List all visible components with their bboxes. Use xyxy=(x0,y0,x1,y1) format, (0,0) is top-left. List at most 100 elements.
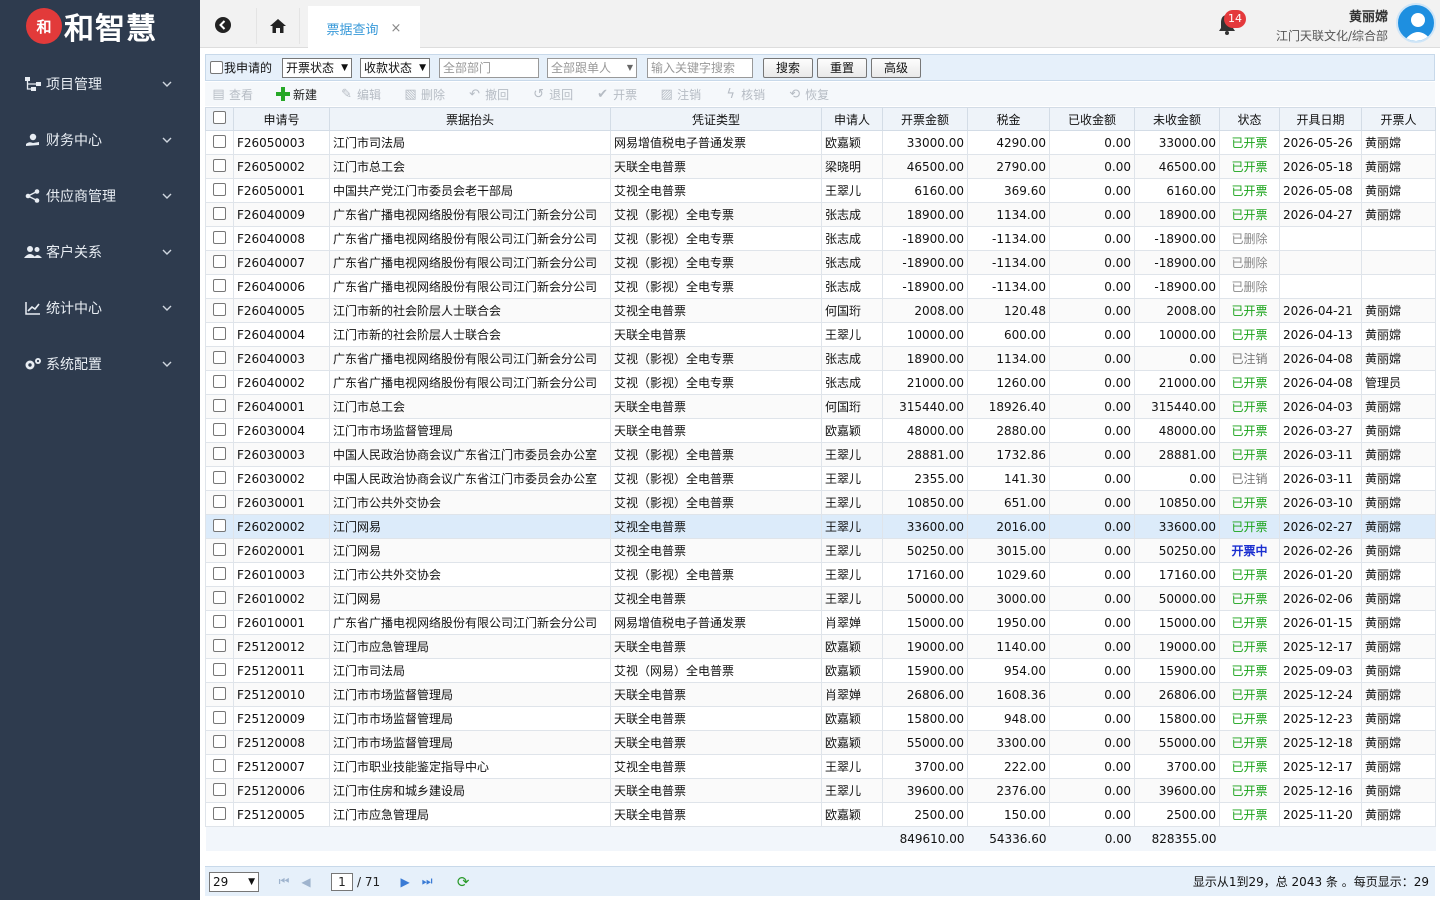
column-header[interactable]: 开票金额 xyxy=(882,107,968,131)
select-all-checkbox[interactable] xyxy=(213,111,226,124)
table-row[interactable]: F25120010 江门市市场监督管理局 天联全电普票 肖翠婵 26806.00 1608… xyxy=(205,682,1436,707)
next-page-icon[interactable]: ▶ xyxy=(397,874,413,890)
table-row[interactable]: F26010002 江门网易 艾视全电普票 王翠儿 50000.00 3000.00 0.0… xyxy=(205,586,1436,611)
select-all-header[interactable] xyxy=(205,107,234,131)
row-select-cell[interactable] xyxy=(205,322,234,347)
row-checkbox[interactable] xyxy=(213,302,226,316)
row-select-cell[interactable] xyxy=(205,610,234,635)
page-number-input[interactable]: 1 xyxy=(331,872,353,891)
row-select-cell[interactable] xyxy=(205,250,234,275)
table-row[interactable]: F25120007 江门市职业技能鉴定指导中心 艾视全电普票 王翠儿 3700.00 22… xyxy=(205,754,1436,779)
row-checkbox[interactable] xyxy=(213,158,226,172)
row-select-cell[interactable] xyxy=(205,514,234,539)
row-select-cell[interactable] xyxy=(205,346,234,371)
row-select-cell[interactable] xyxy=(205,634,234,659)
new-button[interactable]: 新建 xyxy=(275,86,317,103)
table-row[interactable]: F26030004 江门市市场监督管理局 天联全电普票 欧嘉颖 48000.00 2880… xyxy=(205,418,1436,443)
row-checkbox[interactable] xyxy=(213,566,226,580)
home-button[interactable] xyxy=(256,8,300,44)
back-button[interactable] xyxy=(210,12,236,38)
follower-select[interactable]: 全部跟单人 ▼ xyxy=(547,57,638,78)
table-row[interactable]: F26040008 广东省广播电视网络股份有限公司江门新会分公司 艾视（影视）全电专… xyxy=(205,226,1436,251)
row-checkbox[interactable] xyxy=(213,614,226,628)
department-input[interactable]: 全部部门 xyxy=(439,57,540,78)
table-row[interactable]: F25120005 江门市应急管理局 天联全电普票 欧嘉颖 2500.00 150.00 0… xyxy=(205,802,1436,827)
row-select-cell[interactable] xyxy=(205,394,234,419)
row-select-cell[interactable] xyxy=(205,754,234,779)
row-checkbox[interactable] xyxy=(213,182,226,196)
row-checkbox[interactable] xyxy=(213,350,226,364)
row-checkbox[interactable] xyxy=(213,518,226,532)
verify-button[interactable]: ϟ 核销 xyxy=(723,86,765,103)
row-checkbox[interactable] xyxy=(213,494,226,508)
row-checkbox[interactable] xyxy=(213,806,226,820)
sidebar-item-settings[interactable]: 系统配置 xyxy=(0,336,200,392)
table-row[interactable]: F26030002 中国人民政治协商会议广东省江门市委员会办公室 艾视（影视）全电普… xyxy=(205,466,1436,491)
table-row[interactable]: F26010003 江门市公共外交协会 艾视（影视）全电普票 王翠儿 17160.00 1… xyxy=(205,562,1436,587)
first-page-icon[interactable]: ⏮ xyxy=(276,874,292,890)
close-icon[interactable]: × xyxy=(391,21,402,36)
row-select-cell[interactable] xyxy=(205,778,234,803)
row-select-cell[interactable] xyxy=(205,562,234,587)
row-checkbox[interactable] xyxy=(213,134,226,148)
row-select-cell[interactable] xyxy=(205,130,234,155)
row-select-cell[interactable] xyxy=(205,370,234,395)
column-header[interactable]: 票据抬头 xyxy=(329,107,611,131)
last-page-icon[interactable]: ⏭ xyxy=(419,874,435,890)
row-checkbox[interactable] xyxy=(213,710,226,724)
sidebar-item-customer[interactable]: 客户关系 xyxy=(0,224,200,280)
row-select-cell[interactable] xyxy=(205,586,234,611)
row-checkbox[interactable] xyxy=(213,686,226,700)
invoice-status-select[interactable]: 开票状态 ▼ xyxy=(282,57,353,78)
row-checkbox[interactable] xyxy=(213,662,226,676)
void-button[interactable]: ▨ 注销 xyxy=(659,86,701,103)
column-header[interactable]: 凭证类型 xyxy=(610,107,822,131)
avatar[interactable] xyxy=(1396,3,1436,43)
row-select-cell[interactable] xyxy=(205,490,234,515)
restore-button[interactable]: ⟲ 恢复 xyxy=(787,86,829,103)
row-checkbox[interactable] xyxy=(213,782,226,796)
refresh-icon[interactable]: ⟳ xyxy=(455,873,471,891)
table-row[interactable]: F26040009 广东省广播电视网络股份有限公司江门新会分公司 艾视（影视）全电专… xyxy=(205,202,1436,227)
row-checkbox[interactable] xyxy=(213,398,226,412)
delete-button[interactable]: ▧ 删除 xyxy=(403,86,445,103)
table-row[interactable]: F25120008 江门市市场监督管理局 天联全电普票 欧嘉颖 55000.00 3300… xyxy=(205,730,1436,755)
issue-button[interactable]: ✔ 开票 xyxy=(595,86,637,103)
row-select-cell[interactable] xyxy=(205,730,234,755)
row-checkbox[interactable] xyxy=(213,638,226,652)
tab-invoice-query[interactable]: 票据查询 × xyxy=(308,6,420,48)
sidebar-item-supplier[interactable]: 供应商管理 xyxy=(0,168,200,224)
column-header[interactable]: 税金 xyxy=(967,107,1050,131)
table-row[interactable]: F26040005 江门市新的社会阶层人士联合会 艾视全电普票 何国珩 2008.00 1… xyxy=(205,298,1436,323)
table-row[interactable]: F26040007 广东省广播电视网络股份有限公司江门新会分公司 艾视（影视）全电专… xyxy=(205,250,1436,275)
row-checkbox[interactable] xyxy=(213,230,226,244)
column-header[interactable]: 已收金额 xyxy=(1049,107,1135,131)
table-row[interactable]: F26050003 江门市司法局 网易增值税电子普通发票 欧嘉颖 33000.00 429… xyxy=(205,130,1436,155)
row-select-cell[interactable] xyxy=(205,658,234,683)
row-checkbox[interactable] xyxy=(213,422,226,436)
sidebar-item-project[interactable]: 项目管理 xyxy=(0,56,200,112)
reset-button[interactable]: 重置 xyxy=(817,57,868,78)
row-select-cell[interactable] xyxy=(205,178,234,203)
row-select-cell[interactable] xyxy=(205,466,234,491)
table-row[interactable]: F26040006 广东省广播电视网络股份有限公司江门新会分公司 艾视（影视）全电专… xyxy=(205,274,1436,299)
row-checkbox[interactable] xyxy=(213,446,226,460)
row-checkbox[interactable] xyxy=(213,590,226,604)
row-select-cell[interactable] xyxy=(205,442,234,467)
payment-status-select[interactable]: 收款状态 ▼ xyxy=(360,57,431,78)
row-select-cell[interactable] xyxy=(205,418,234,443)
sidebar-item-finance[interactable]: 财务中心 xyxy=(0,112,200,168)
table-row[interactable]: F26030003 中国人民政治协商会议广东省江门市委员会办公室 艾视（影视）全电普… xyxy=(205,442,1436,467)
edit-button[interactable]: ✎ 编辑 xyxy=(339,86,381,103)
row-checkbox[interactable] xyxy=(213,758,226,772)
row-select-cell[interactable] xyxy=(205,154,234,179)
keyword-search-input[interactable]: 输入关键字搜索 xyxy=(647,57,754,78)
table-row[interactable]: F25120009 江门市市场监督管理局 天联全电普票 欧嘉颖 15800.00 948.… xyxy=(205,706,1436,731)
mine-filter[interactable]: 我申请的 xyxy=(210,59,272,76)
table-row[interactable]: F25120011 江门市司法局 艾视（网易）全电普票 欧嘉颖 15900.00 954.… xyxy=(205,658,1436,683)
row-checkbox[interactable] xyxy=(213,470,226,484)
row-select-cell[interactable] xyxy=(205,682,234,707)
row-select-cell[interactable] xyxy=(205,202,234,227)
table-row[interactable]: F26030001 江门市公共外交协会 艾视（影视）全电普票 王翠儿 10850.00 6… xyxy=(205,490,1436,515)
row-checkbox[interactable] xyxy=(213,374,226,388)
